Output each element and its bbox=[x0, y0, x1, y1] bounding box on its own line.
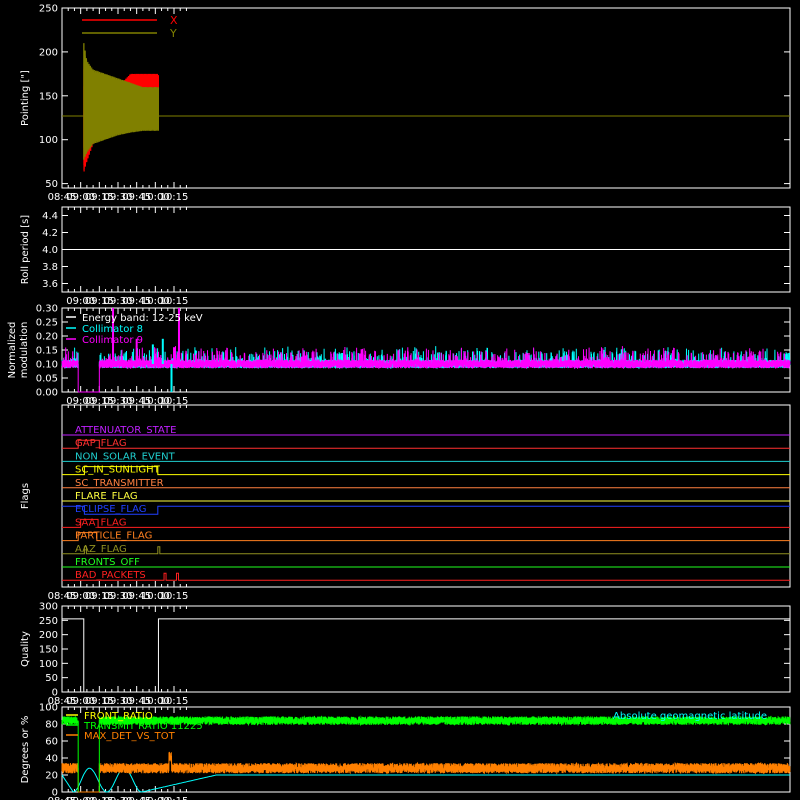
y-tick-label: 20 bbox=[45, 771, 58, 782]
y-tick-label: 0.20 bbox=[36, 332, 58, 343]
flag-label: FRONTS_OFF bbox=[75, 557, 140, 568]
y-tick-label: 100 bbox=[39, 135, 58, 146]
y-tick-label: 250 bbox=[39, 4, 58, 15]
y-tick-label: 3.6 bbox=[42, 279, 58, 290]
series-max-det bbox=[98, 751, 791, 775]
flag-sc-in-sunlight bbox=[62, 466, 790, 476]
y-tick-label: 60 bbox=[45, 737, 58, 748]
series-max-det bbox=[61, 763, 79, 774]
y-axis-label: modulation bbox=[19, 322, 30, 379]
y-tick-label: 3.8 bbox=[42, 262, 58, 273]
legend-label: Energy band: 12-25 keV bbox=[82, 313, 203, 324]
y-tick-label: 150 bbox=[39, 645, 58, 656]
x-tick-label: 10:15 bbox=[160, 696, 189, 707]
flag-aaz-flag bbox=[62, 546, 790, 555]
series-collimator-9 bbox=[61, 347, 79, 369]
y-axis-label: Normalized bbox=[7, 322, 18, 379]
panel-roll-period: 09:0009:1509:3009:4510:0010:15Roll perio… bbox=[20, 206, 791, 307]
flag-particle-flag bbox=[62, 532, 790, 542]
flag-label: SAA_FLAG bbox=[75, 517, 126, 528]
y-axis-label: Pointing ["] bbox=[20, 70, 31, 126]
quality-line bbox=[62, 618, 790, 693]
summary-plot: 08:4509:0009:1509:3009:4510:0010:15Point… bbox=[7, 4, 791, 800]
legend-label: X bbox=[170, 14, 178, 27]
y-tick-label: 100 bbox=[39, 659, 58, 670]
y-axis-label: Roll period [s] bbox=[20, 215, 31, 284]
flag-label: BAD_PACKETS bbox=[75, 570, 146, 581]
y-tick-label: 40 bbox=[45, 754, 58, 765]
legend-label: Collimator 9 bbox=[82, 335, 143, 346]
y-tick-label: 200 bbox=[39, 47, 58, 58]
y-tick-label: 4.2 bbox=[42, 228, 58, 239]
flag-label: SC_TRANSMITTER bbox=[75, 478, 164, 489]
flag-label: ATTENUATOR_STATE bbox=[75, 425, 176, 436]
y-tick-label: 50 bbox=[45, 179, 58, 190]
flag-gap-flag bbox=[62, 439, 790, 449]
flag-label: PARTICLE_FLAG bbox=[75, 531, 152, 542]
y-tick-label: 300 bbox=[39, 602, 58, 613]
y-tick-label: 4.0 bbox=[42, 245, 58, 256]
y-tick-label: 0 bbox=[52, 688, 58, 699]
legend-label: Y bbox=[169, 27, 177, 40]
y-tick-label: 0.10 bbox=[36, 360, 58, 371]
y-tick-label: 0.30 bbox=[36, 304, 58, 315]
flag-label: NON_SOLAR_EVENT bbox=[75, 451, 176, 462]
flag-label: SC_IN_SUNLIGHT bbox=[75, 465, 161, 476]
legend-label: Collimator 8 bbox=[82, 324, 143, 335]
y-tick-label: 0.00 bbox=[36, 388, 58, 399]
y-tick-label: 4.4 bbox=[42, 211, 58, 222]
y-axis-label: Degrees or % bbox=[20, 716, 31, 784]
y-tick-label: 100 bbox=[39, 703, 58, 714]
x-tick-label: 10:15 bbox=[160, 591, 189, 602]
y-axis-label: Flags bbox=[20, 483, 31, 509]
series-front-ratio bbox=[61, 715, 79, 725]
y-axis-label: Quality bbox=[20, 631, 31, 667]
flag-label: ECLIPSE_FLAG bbox=[75, 504, 146, 515]
flag-label: GAP_FLAG bbox=[75, 438, 127, 449]
y-tick-label: 80 bbox=[45, 720, 58, 731]
y-tick-label: 150 bbox=[39, 91, 58, 102]
y-tick-label: 200 bbox=[39, 630, 58, 641]
latitude-annotation: Absolute geomagnetic latitude bbox=[613, 711, 767, 722]
flag-label: FLARE_FLAG bbox=[75, 491, 138, 502]
flag-label: AAZ_FLAG bbox=[75, 544, 127, 555]
y-tick-label: 0.25 bbox=[36, 318, 58, 329]
y-tick-label: 0.15 bbox=[36, 346, 58, 357]
y-tick-label: 0.05 bbox=[36, 374, 58, 385]
flag-bad-packets bbox=[62, 572, 790, 581]
x-tick-label: 10:15 bbox=[160, 192, 189, 203]
x-tick-label: 10:15 bbox=[160, 796, 189, 800]
legend-label: MAX_DET_VS_TOT bbox=[84, 731, 176, 742]
y-tick-label: 50 bbox=[45, 673, 58, 684]
flag-saa-flag bbox=[62, 518, 790, 528]
y-tick-label: 250 bbox=[39, 616, 58, 627]
pointing-plot bbox=[62, 43, 790, 172]
flags-plot: ATTENUATOR_STATE GAP_FLAG NON_SOLAR_EVENT S… bbox=[62, 425, 790, 581]
flag-eclipse-flag bbox=[62, 505, 790, 515]
y-tick-label: 0 bbox=[52, 788, 58, 799]
x-tick-label: 10:15 bbox=[160, 296, 189, 307]
